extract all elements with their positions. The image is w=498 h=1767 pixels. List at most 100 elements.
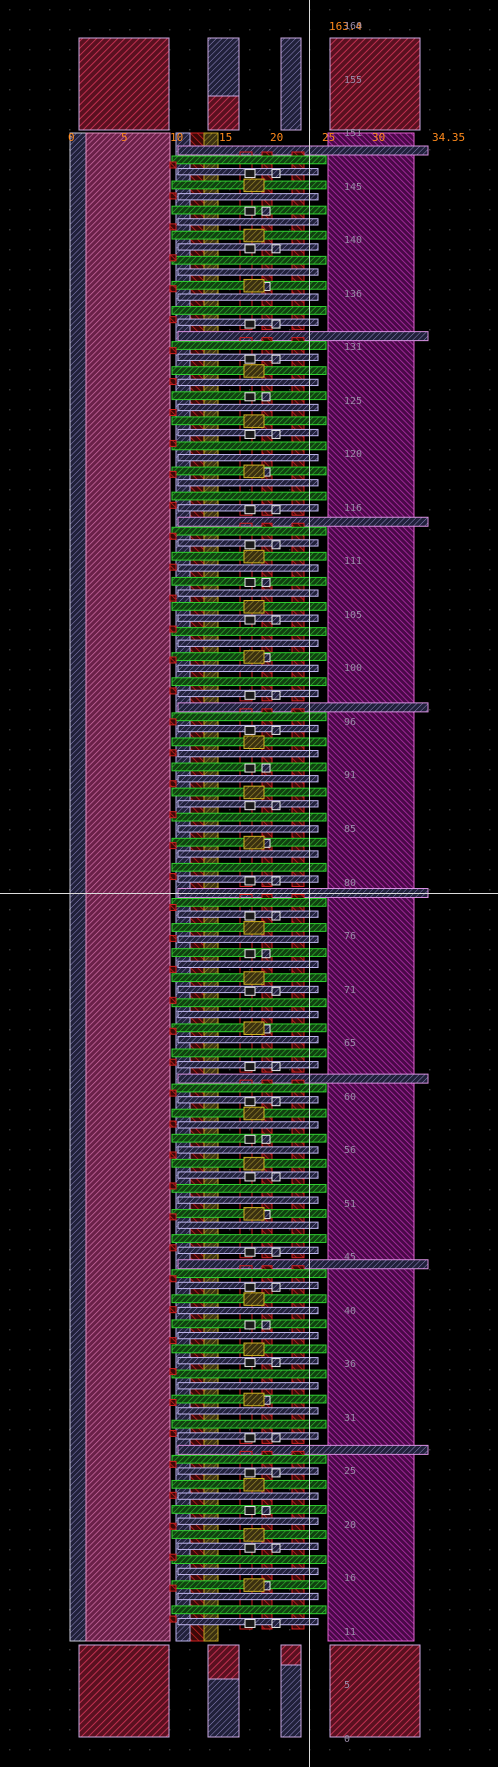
poly-strip[interactable] (177, 750, 319, 758)
pad-bottom-narrow-red[interactable] (280, 1644, 302, 1666)
contact-via[interactable] (244, 1282, 256, 1292)
edge-marker[interactable] (169, 934, 177, 942)
gate-column[interactable] (291, 1079, 305, 1259)
contact-via[interactable] (271, 1433, 281, 1443)
diffusion-strip[interactable] (171, 1454, 327, 1464)
edge-marker[interactable] (169, 409, 177, 416)
rail-vdd[interactable] (327, 132, 415, 1642)
poly-strip[interactable] (177, 589, 319, 597)
poly-strip[interactable] (177, 1146, 319, 1154)
contact-via[interactable] (271, 1097, 281, 1107)
diffusion-strip[interactable] (171, 526, 327, 536)
edge-marker[interactable] (169, 965, 177, 973)
diffusion-strip[interactable] (171, 627, 327, 636)
diffusion-strip[interactable] (171, 812, 327, 822)
poly-strip[interactable] (177, 1567, 319, 1576)
poly-jumper[interactable] (243, 921, 265, 935)
contact-via[interactable] (271, 911, 281, 921)
edge-marker[interactable] (169, 1275, 177, 1283)
gate-column[interactable] (291, 1450, 305, 1630)
poly-jumper[interactable] (243, 650, 265, 664)
diffusion-strip[interactable] (171, 1555, 327, 1565)
gate-column[interactable] (291, 522, 305, 702)
edge-marker[interactable] (169, 1584, 177, 1592)
gate-column[interactable] (291, 337, 305, 516)
contact-via[interactable] (244, 1134, 256, 1144)
edge-marker[interactable] (169, 594, 177, 602)
diffusion-strip[interactable] (171, 712, 327, 722)
contact-via[interactable] (244, 244, 256, 254)
edge-marker[interactable] (169, 1429, 177, 1437)
poly-strip[interactable] (177, 1592, 319, 1601)
edge-marker[interactable] (169, 1213, 177, 1221)
edge-marker[interactable] (169, 811, 177, 819)
poly-strip[interactable] (177, 1306, 319, 1315)
diffusion-strip[interactable] (171, 1234, 327, 1243)
contact-via[interactable] (271, 505, 281, 515)
layout-canvas[interactable] (0, 0, 498, 1767)
contact-via[interactable] (261, 949, 271, 959)
poly-strip[interactable] (177, 1382, 319, 1390)
diffusion-strip[interactable] (171, 255, 327, 265)
gate-column[interactable] (291, 151, 305, 331)
edge-marker[interactable] (169, 532, 177, 540)
edge-marker[interactable] (169, 316, 177, 324)
poly-jumper[interactable] (243, 785, 265, 800)
contact-via[interactable] (244, 1097, 256, 1107)
pad-bottom-mid-red[interactable] (207, 1644, 240, 1680)
edge-marker[interactable] (169, 1182, 177, 1190)
contact-via[interactable] (271, 1358, 281, 1368)
poly-strip[interactable] (177, 850, 319, 858)
diffusion-strip[interactable] (171, 1605, 327, 1615)
contact-via[interactable] (271, 615, 281, 625)
edge-marker[interactable] (169, 873, 177, 881)
contact-via[interactable] (244, 801, 256, 811)
poly-jumper[interactable] (243, 1292, 265, 1306)
contact-via[interactable] (244, 540, 256, 550)
contact-via[interactable] (244, 986, 256, 996)
diffusion-strip[interactable] (171, 306, 327, 315)
diffusion-strip[interactable] (171, 998, 327, 1008)
contact-via[interactable] (271, 876, 281, 886)
poly-strip[interactable] (177, 378, 319, 387)
poly-strip[interactable] (177, 1492, 319, 1500)
poly-strip[interactable] (177, 454, 319, 462)
poly-jumper[interactable] (243, 278, 265, 293)
contact-via[interactable] (244, 505, 256, 515)
poly-strip[interactable] (177, 1010, 319, 1019)
poly-jumper[interactable] (243, 464, 265, 479)
contact-via[interactable] (261, 1134, 271, 1144)
contact-via[interactable] (244, 1358, 256, 1368)
poly-jumper[interactable] (243, 1578, 265, 1592)
edge-marker[interactable] (169, 254, 177, 262)
edge-marker[interactable] (169, 1491, 177, 1499)
diffusion-strip[interactable] (171, 441, 327, 451)
contact-via[interactable] (261, 1506, 271, 1516)
contact-via[interactable] (271, 244, 281, 254)
contact-via[interactable] (244, 1543, 256, 1553)
edge-marker[interactable] (169, 378, 177, 386)
diffusion-strip[interactable] (171, 491, 327, 501)
edge-marker[interactable] (169, 904, 177, 911)
edge-marker[interactable] (169, 1460, 177, 1468)
diffusion-strip[interactable] (171, 1083, 327, 1093)
diffusion-strip[interactable] (171, 898, 327, 907)
poly-jumper[interactable] (243, 414, 265, 428)
contact-via[interactable] (244, 1320, 256, 1330)
contact-via[interactable] (271, 1172, 281, 1182)
poly-jumper[interactable] (243, 1021, 265, 1035)
pad-top-narrow[interactable] (280, 37, 302, 131)
edge-marker[interactable] (169, 1615, 177, 1623)
edge-marker[interactable] (169, 1244, 177, 1252)
poly-jumper[interactable] (243, 1156, 265, 1171)
contact-via[interactable] (244, 1468, 256, 1478)
edge-marker[interactable] (169, 842, 177, 850)
diffusion-strip[interactable] (171, 1369, 327, 1379)
poly-jumper[interactable] (243, 178, 265, 193)
poly-strip[interactable] (177, 1221, 319, 1229)
contact-via[interactable] (244, 429, 256, 439)
edge-marker[interactable] (169, 223, 177, 231)
contact-via[interactable] (244, 763, 256, 773)
edge-marker[interactable] (169, 1120, 177, 1128)
contact-via[interactable] (271, 801, 281, 811)
